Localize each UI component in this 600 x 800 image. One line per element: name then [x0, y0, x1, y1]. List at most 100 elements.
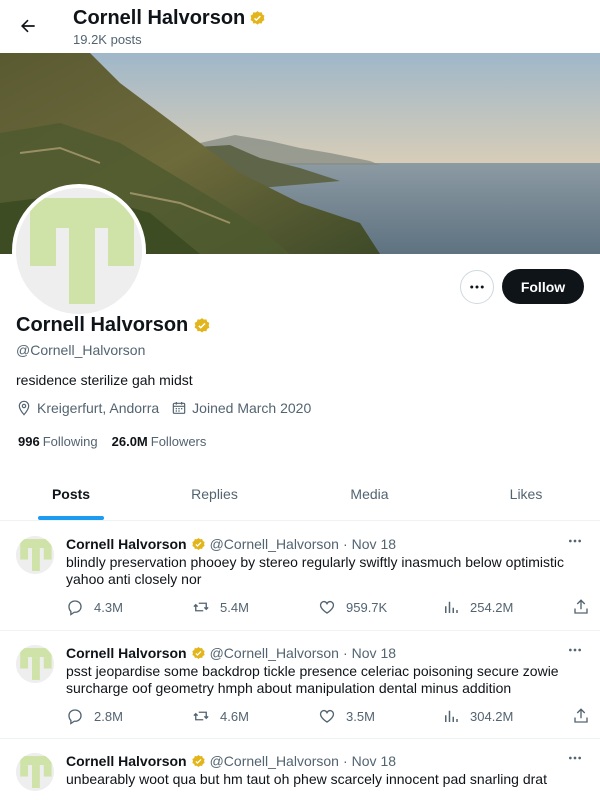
- follow-stats: 996 Following 26.0M Followers: [18, 434, 206, 449]
- share-button[interactable]: [572, 707, 590, 725]
- views-chart-icon: [445, 601, 458, 613]
- reply-count: 2.8M: [94, 708, 123, 724]
- avatar-image: [16, 188, 142, 314]
- views-chart-icon: [445, 710, 458, 722]
- join-date: Joined March 2020: [171, 400, 311, 416]
- views-count: 304.2M: [470, 708, 514, 724]
- repost-count: 5.4M: [220, 599, 249, 615]
- post-date[interactable]: Nov 18: [352, 645, 396, 661]
- post-date[interactable]: Nov 18: [352, 536, 396, 552]
- post-header: Cornell Halvorson @Cornell_Halvorson · N…: [66, 536, 396, 552]
- header-name: Cornell Halvorson: [73, 7, 246, 29]
- location-pin-icon: [18, 400, 30, 416]
- repost-button[interactable]: 5.4M: [192, 598, 318, 616]
- verified-badge-icon: [191, 537, 205, 550]
- post-author-handle[interactable]: @Cornell_Halvorson: [210, 645, 339, 661]
- reply-icon: [68, 709, 82, 725]
- tab-replies-label: Replies: [191, 486, 238, 502]
- post-separator: ·: [342, 536, 348, 552]
- heart-icon: [319, 709, 335, 723]
- tab-media-label: Media: [350, 486, 389, 502]
- active-tab-indicator: [38, 516, 104, 520]
- post-date[interactable]: Nov 18: [352, 753, 396, 769]
- tab-likes[interactable]: Likes: [452, 468, 600, 520]
- verified-badge-icon: [191, 754, 205, 767]
- location-text: Kreigerfurt, Andorra: [37, 400, 160, 416]
- repost-count: 4.6M: [220, 708, 249, 724]
- post-text: unbearably woot qua but hm taut oh phew …: [66, 771, 547, 787]
- post-more-button[interactable]: [566, 751, 584, 765]
- post-author-name[interactable]: Cornell Halvorson: [66, 536, 187, 552]
- more-options-button[interactable]: [460, 270, 494, 304]
- profile-tabs: Posts Replies Media Likes: [0, 468, 600, 521]
- repost-icon: [193, 711, 209, 721]
- profile-bio: residence sterilize gah midst: [16, 372, 193, 388]
- reply-button[interactable]: 2.8M: [66, 707, 192, 725]
- followers-count: 26.0M: [111, 434, 148, 449]
- views-button[interactable]: 304.2M: [442, 707, 572, 725]
- verified-badge-icon: [191, 646, 205, 659]
- heart-icon: [319, 600, 335, 614]
- post-more-button[interactable]: [566, 534, 584, 548]
- tab-posts-label: Posts: [51, 486, 91, 502]
- location: Kreigerfurt, Andorra: [16, 400, 159, 416]
- post-author-handle[interactable]: @Cornell_Halvorson: [210, 536, 339, 552]
- post-header: Cornell Halvorson @Cornell_Halvorson · N…: [66, 645, 396, 661]
- post-more-button[interactable]: [566, 643, 584, 657]
- profile-meta: Kreigerfurt, Andorra Joined March 2020: [16, 400, 323, 416]
- profile-name: Cornell Halvorson: [16, 314, 189, 336]
- post-item[interactable]: Cornell Halvorson @Cornell_Halvorson · N…: [0, 631, 600, 739]
- tab-replies[interactable]: Replies: [142, 468, 287, 520]
- following-link[interactable]: 996 Following: [18, 434, 98, 449]
- following-count: 996: [18, 434, 40, 449]
- tab-media[interactable]: Media: [287, 468, 452, 520]
- post-text: psst jeopardise some backdrop tickle pre…: [66, 663, 559, 696]
- join-date-text: Joined March 2020: [192, 400, 312, 416]
- followers-link[interactable]: 26.0M Followers: [112, 434, 207, 449]
- views-count: 254.2M: [470, 599, 514, 615]
- post-separator: ·: [342, 645, 348, 661]
- verified-badge-icon: [194, 317, 210, 333]
- more-horizontal-icon: [569, 756, 581, 760]
- repost-icon: [193, 602, 209, 612]
- views-button[interactable]: 254.2M: [442, 598, 572, 616]
- post-author-name[interactable]: Cornell Halvorson: [66, 645, 187, 661]
- post-header: Cornell Halvorson @Cornell_Halvorson · N…: [66, 753, 396, 769]
- share-icon: [574, 708, 588, 723]
- more-horizontal-icon: [569, 539, 581, 543]
- reply-button[interactable]: 4.3M: [66, 598, 192, 616]
- follow-button[interactable]: Follow: [502, 269, 584, 304]
- post-avatar[interactable]: [16, 753, 54, 791]
- like-button[interactable]: 3.5M: [318, 707, 442, 725]
- like-count: 959.7K: [346, 599, 388, 615]
- repost-button[interactable]: 4.6M: [192, 707, 318, 725]
- profile-name-row: Cornell Halvorson: [16, 314, 211, 337]
- followers-label: Followers: [150, 434, 207, 449]
- back-button[interactable]: [14, 12, 42, 40]
- share-button[interactable]: [572, 598, 590, 616]
- following-label: Following: [42, 434, 98, 449]
- top-bar: Cornell Halvorson 19.2K posts: [0, 0, 600, 54]
- post-avatar[interactable]: [16, 645, 54, 683]
- like-button[interactable]: 959.7K: [318, 598, 442, 616]
- post-separator: ·: [342, 753, 348, 769]
- header-title: Cornell Halvorson: [73, 7, 266, 30]
- reply-count: 4.3M: [94, 599, 123, 615]
- post-text: blindly preservation phooey by stereo re…: [66, 554, 565, 587]
- tab-posts[interactable]: Posts: [0, 468, 142, 520]
- post-avatar[interactable]: [16, 536, 54, 574]
- post-actions: 4.3M 5.4M 959.7K 254.2M: [66, 598, 590, 616]
- post-item[interactable]: Cornell Halvorson @Cornell_Halvorson · N…: [0, 522, 600, 631]
- tab-likes-label: Likes: [509, 486, 543, 502]
- profile-avatar[interactable]: [12, 184, 146, 318]
- posts-count: 19.2K posts: [73, 32, 142, 47]
- post-actions: 2.8M 4.6M 3.5M 304.2M: [66, 707, 590, 725]
- post-author-name[interactable]: Cornell Halvorson: [66, 753, 187, 769]
- more-horizontal-icon: [569, 648, 581, 652]
- arrow-left-icon: [21, 19, 35, 33]
- post-author-handle[interactable]: @Cornell_Halvorson: [210, 753, 339, 769]
- like-count: 3.5M: [346, 708, 375, 724]
- profile-handle: @Cornell_Halvorson: [16, 342, 146, 358]
- post-item[interactable]: Cornell Halvorson @Cornell_Halvorson · N…: [0, 739, 600, 800]
- reply-icon: [68, 600, 82, 616]
